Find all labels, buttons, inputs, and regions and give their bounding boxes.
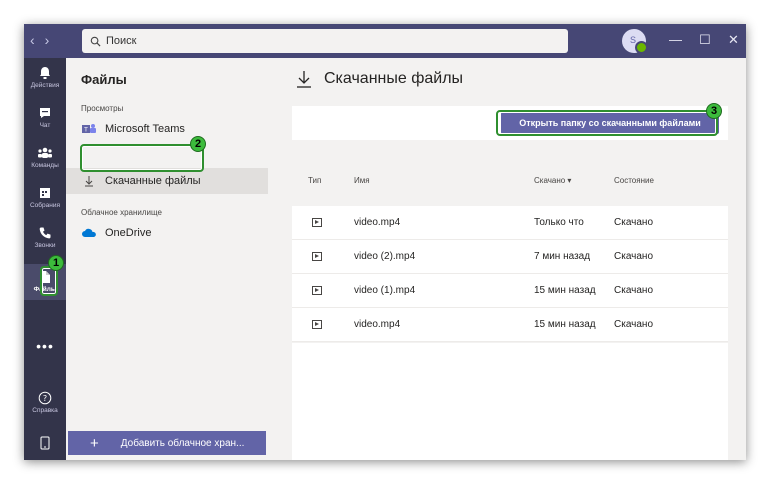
microsoft-teams-icon: T (81, 122, 97, 136)
views-label: Просмотры (81, 104, 124, 113)
page-title: Скачанные файлы (296, 70, 463, 88)
avatar[interactable]: S (622, 29, 648, 54)
column-type[interactable]: Тип (308, 176, 321, 185)
column-downloaded[interactable]: Скачано ▾ (534, 176, 571, 185)
app-meetings[interactable]: Собрания (24, 186, 66, 209)
calendar-icon (40, 188, 50, 198)
title-bar: ‹› Поиск S — ☐ ✕ (24, 24, 746, 58)
file-name[interactable]: video.mp4 (354, 319, 400, 330)
app-label: Звонки (34, 242, 56, 249)
file-state: Скачано (614, 251, 654, 262)
add-cloud-label: Добавить облачное хран... (120, 437, 245, 449)
svg-text:?: ? (43, 394, 47, 403)
files-pane: Файлы Просмотры T Microsoft Teams Скачан… (66, 58, 268, 460)
back-arrow-icon[interactable]: ‹ (30, 32, 45, 48)
app-chat[interactable]: Чат (24, 106, 66, 129)
table-row[interactable]: video.mp4 15 мин назад Скачано (292, 308, 728, 342)
bell-icon (40, 67, 50, 79)
app-help[interactable]: ? Справка (24, 391, 66, 414)
table-row[interactable]: video (1).mp4 15 мин назад Скачано (292, 274, 728, 308)
file-name[interactable]: video (2).mp4 (354, 251, 415, 262)
download-icon (81, 174, 97, 188)
more-apps-button[interactable]: ••• (24, 338, 66, 354)
svg-text:T: T (83, 127, 88, 134)
teams-window: ‹› Поиск S — ☐ ✕ Действия Чат Команды Со… (24, 24, 746, 460)
close-icon[interactable]: ✕ (728, 32, 739, 48)
file-downloaded: 7 мин назад (534, 251, 591, 262)
column-name[interactable]: Имя (354, 176, 370, 185)
help-icon: ? (38, 391, 52, 405)
file-state: Скачано (614, 319, 654, 330)
video-file-icon (312, 218, 322, 227)
annotation-badge-2: 2 (190, 136, 206, 152)
cloud-storage-label: Облачное хранилище (81, 208, 162, 217)
app-label: Справка (32, 407, 58, 414)
ellipsis-icon: ••• (36, 338, 54, 354)
file-state: Скачано (614, 217, 654, 228)
file-downloaded: Только что (534, 217, 584, 228)
chat-icon (40, 108, 50, 118)
table-row[interactable]: video (2).mp4 7 мин назад Скачано (292, 240, 728, 274)
minimize-icon[interactable]: — (669, 32, 682, 47)
view-label: Скачанные файлы (105, 175, 201, 187)
app-label: Собрания (29, 202, 60, 209)
video-file-icon (312, 252, 322, 261)
avatar-initial: S (630, 35, 637, 45)
table-row[interactable]: video.mp4 Только что Скачано (292, 206, 728, 240)
table-empty-area (292, 343, 728, 460)
app-label: Действия (30, 82, 60, 89)
plus-icon: + (90, 434, 99, 452)
phone-device-icon (40, 436, 50, 450)
view-label: Microsoft Teams (105, 123, 185, 135)
video-file-icon (312, 286, 322, 295)
app-label: Чат (39, 122, 51, 129)
app-calls[interactable]: Звонки (24, 226, 66, 249)
annotation-badge-1: 1 (48, 255, 64, 271)
file-name[interactable]: video.mp4 (354, 217, 400, 228)
view-microsoft-teams[interactable]: T Microsoft Teams (66, 116, 268, 142)
add-cloud-storage-button[interactable]: + Добавить облачное хран... (68, 431, 266, 455)
forward-arrow-icon[interactable]: › (45, 32, 60, 48)
onedrive-cloud-icon (81, 226, 97, 240)
maximize-icon[interactable]: ☐ (699, 32, 711, 48)
cloud-label: OneDrive (105, 227, 152, 239)
highlight-downloads-view (80, 144, 204, 172)
file-downloaded: 15 мин назад (534, 319, 596, 330)
column-state[interactable]: Состояние (614, 176, 654, 185)
app-teams[interactable]: Команды (24, 146, 66, 169)
cloud-onedrive[interactable]: OneDrive (66, 220, 268, 246)
video-file-icon (312, 320, 322, 329)
page-title-text: Скачанные файлы (324, 70, 464, 87)
app-activity[interactable]: Действия (24, 66, 66, 89)
mobile-app-button[interactable] (24, 436, 66, 450)
annotation-badge-3: 3 (706, 103, 722, 119)
app-label: Команды (31, 162, 59, 169)
file-state: Скачано (614, 285, 654, 296)
search-icon (90, 36, 101, 47)
pane-title: Файлы (81, 72, 127, 87)
download-icon (297, 71, 311, 88)
file-downloaded: 15 мин назад (534, 285, 596, 296)
nav-arrows[interactable]: ‹› (30, 32, 59, 48)
search-input[interactable]: Поиск (82, 29, 568, 53)
file-name[interactable]: video (1).mp4 (354, 285, 415, 296)
teams-icon (38, 147, 52, 158)
search-placeholder: Поиск (106, 35, 137, 47)
phone-icon (39, 227, 51, 239)
highlight-open-folder-button (496, 110, 718, 136)
